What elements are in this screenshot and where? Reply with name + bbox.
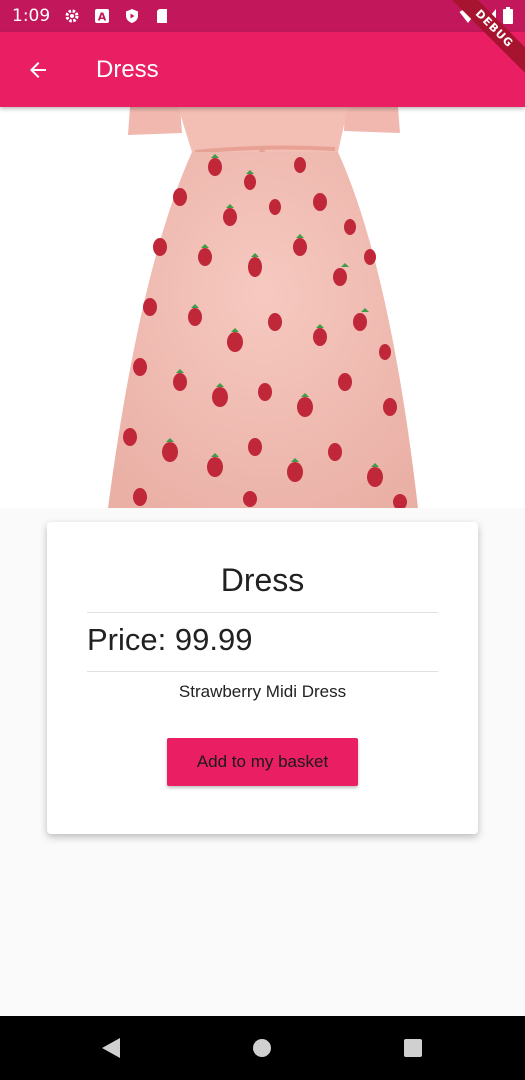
arrow-back-icon: [30, 61, 46, 78]
back-triangle-icon[interactable]: [100, 1036, 122, 1064]
gear-icon: [64, 8, 80, 24]
product-card: Dress Price: 99.99 Strawberry Midi Dress…: [47, 522, 478, 834]
status-bar: 1:09 A: [0, 0, 525, 32]
sd-card-icon: [154, 8, 170, 24]
font-a-icon: A: [94, 8, 110, 24]
battery-icon: [503, 7, 513, 28]
system-nav-bar: [0, 1016, 525, 1080]
page-title: Dress: [96, 55, 159, 83]
status-time: 1:09: [12, 6, 51, 26]
back-button[interactable]: [18, 50, 58, 90]
divider: [87, 612, 438, 613]
product-image: [0, 107, 525, 508]
divider: [87, 671, 438, 672]
app-bar: Dress: [0, 32, 525, 107]
product-title: Dress: [220, 562, 305, 598]
app-screen: 1:09 A Dress DEBUG Dress Price: 99.99 St…: [0, 0, 525, 1080]
home-circle-icon[interactable]: [252, 1038, 272, 1062]
strawberry-dress-image: [108, 107, 418, 508]
product-description: Strawberry Midi Dress: [178, 682, 347, 701]
product-price: Price: 99.99: [87, 622, 253, 657]
shield-play-icon: [124, 8, 140, 24]
recents-square-icon[interactable]: [403, 1038, 423, 1062]
status-icons: A: [64, 8, 170, 24]
svg-text:A: A: [98, 11, 107, 24]
add-to-basket-button[interactable]: Add to my basket: [167, 738, 358, 786]
